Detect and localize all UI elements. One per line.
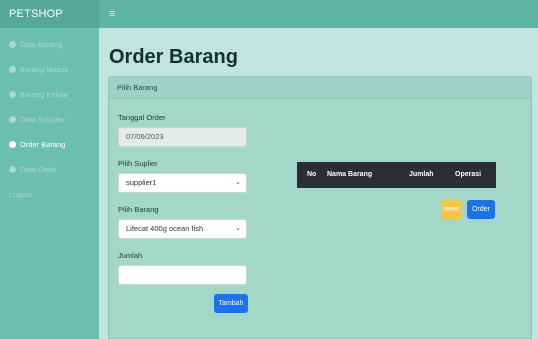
tanggal-order-field: 07/06/2023 [118, 127, 247, 147]
sidebar-item-logout[interactable]: Logout [0, 185, 99, 205]
barang-select[interactable]: Lifecat 400g ocean fish ⌄ [118, 219, 247, 239]
sidebar-item-barang-masuk[interactable]: Barang Masuk [0, 60, 99, 80]
sidebar-item-label: Barang Masuk [20, 65, 69, 74]
sidebar-item-data-barang[interactable]: Data Barang [0, 35, 99, 55]
order-button[interactable]: Order [467, 200, 495, 219]
menu-toggle-icon[interactable]: ≡ [109, 0, 115, 28]
circle-icon [9, 41, 16, 48]
table-header-nama-barang: Nama Barang [327, 171, 373, 178]
reset-button[interactable]: reset [441, 200, 461, 219]
sidebar-item-label: Data Barang [20, 40, 63, 49]
sidebar-item-label: Data Supplier [20, 115, 66, 124]
chevron-down-icon: ⌄ [235, 225, 241, 232]
sidebar-item-label: Order Barang [20, 140, 66, 149]
main-content: Order Barang Pilih Barang Tanggal Order … [99, 28, 538, 339]
supplier-select-value: supplier1 [126, 178, 157, 187]
jumlah-label: Jumlah [118, 251, 143, 260]
table-header-jumlah: Jumlah [409, 171, 434, 178]
sidebar-item-data-order[interactable]: Data Order [0, 160, 99, 180]
table-header-operasi: Operasi [455, 171, 482, 178]
circle-icon [9, 116, 16, 123]
table-header-no: No [307, 171, 317, 178]
brand-title[interactable]: PETSHOP FAYRUZ [0, 0, 99, 48]
circle-icon [9, 66, 16, 73]
tambah-button[interactable]: Tambah [214, 294, 248, 313]
sidebar-item-order-barang[interactable]: Order Barang [0, 135, 99, 155]
sidebar-item-barang-keluar[interactable]: Barang Keluar [0, 85, 99, 105]
card-header: Pilih Barang [109, 77, 531, 99]
sidebar-item-label: Barang Keluar [20, 90, 68, 99]
circle-icon [9, 91, 16, 98]
barang-select-value: Lifecat 400g ocean fish [126, 224, 204, 233]
chevron-down-icon: ⌄ [235, 179, 241, 186]
sidebar: Data Barang Barang Masuk Barang Keluar D… [0, 28, 99, 339]
sidebar-item-label: Data Order [20, 165, 58, 174]
order-table-header: No Nama Barang Jumlah Operasi [297, 162, 496, 188]
circle-icon [9, 141, 16, 148]
page-title: Order Barang [109, 46, 238, 68]
jumlah-input[interactable] [118, 265, 247, 285]
tanggal-order-label: Tanggal Order [118, 113, 166, 122]
pilih-barang-label: Pilih Barang [118, 205, 159, 214]
supplier-select[interactable]: supplier1 ⌄ [118, 173, 247, 193]
sidebar-item-data-supplier[interactable]: Data Supplier [0, 110, 99, 130]
pilih-supplier-label: Pilih Suplier [118, 159, 158, 168]
order-card: Pilih Barang Tanggal Order 07/06/2023 Pi… [108, 76, 532, 339]
top-navbar: PETSHOP FAYRUZ ≡ [0, 0, 538, 48]
sidebar-item-label: Logout [9, 190, 32, 199]
circle-icon [9, 166, 16, 173]
